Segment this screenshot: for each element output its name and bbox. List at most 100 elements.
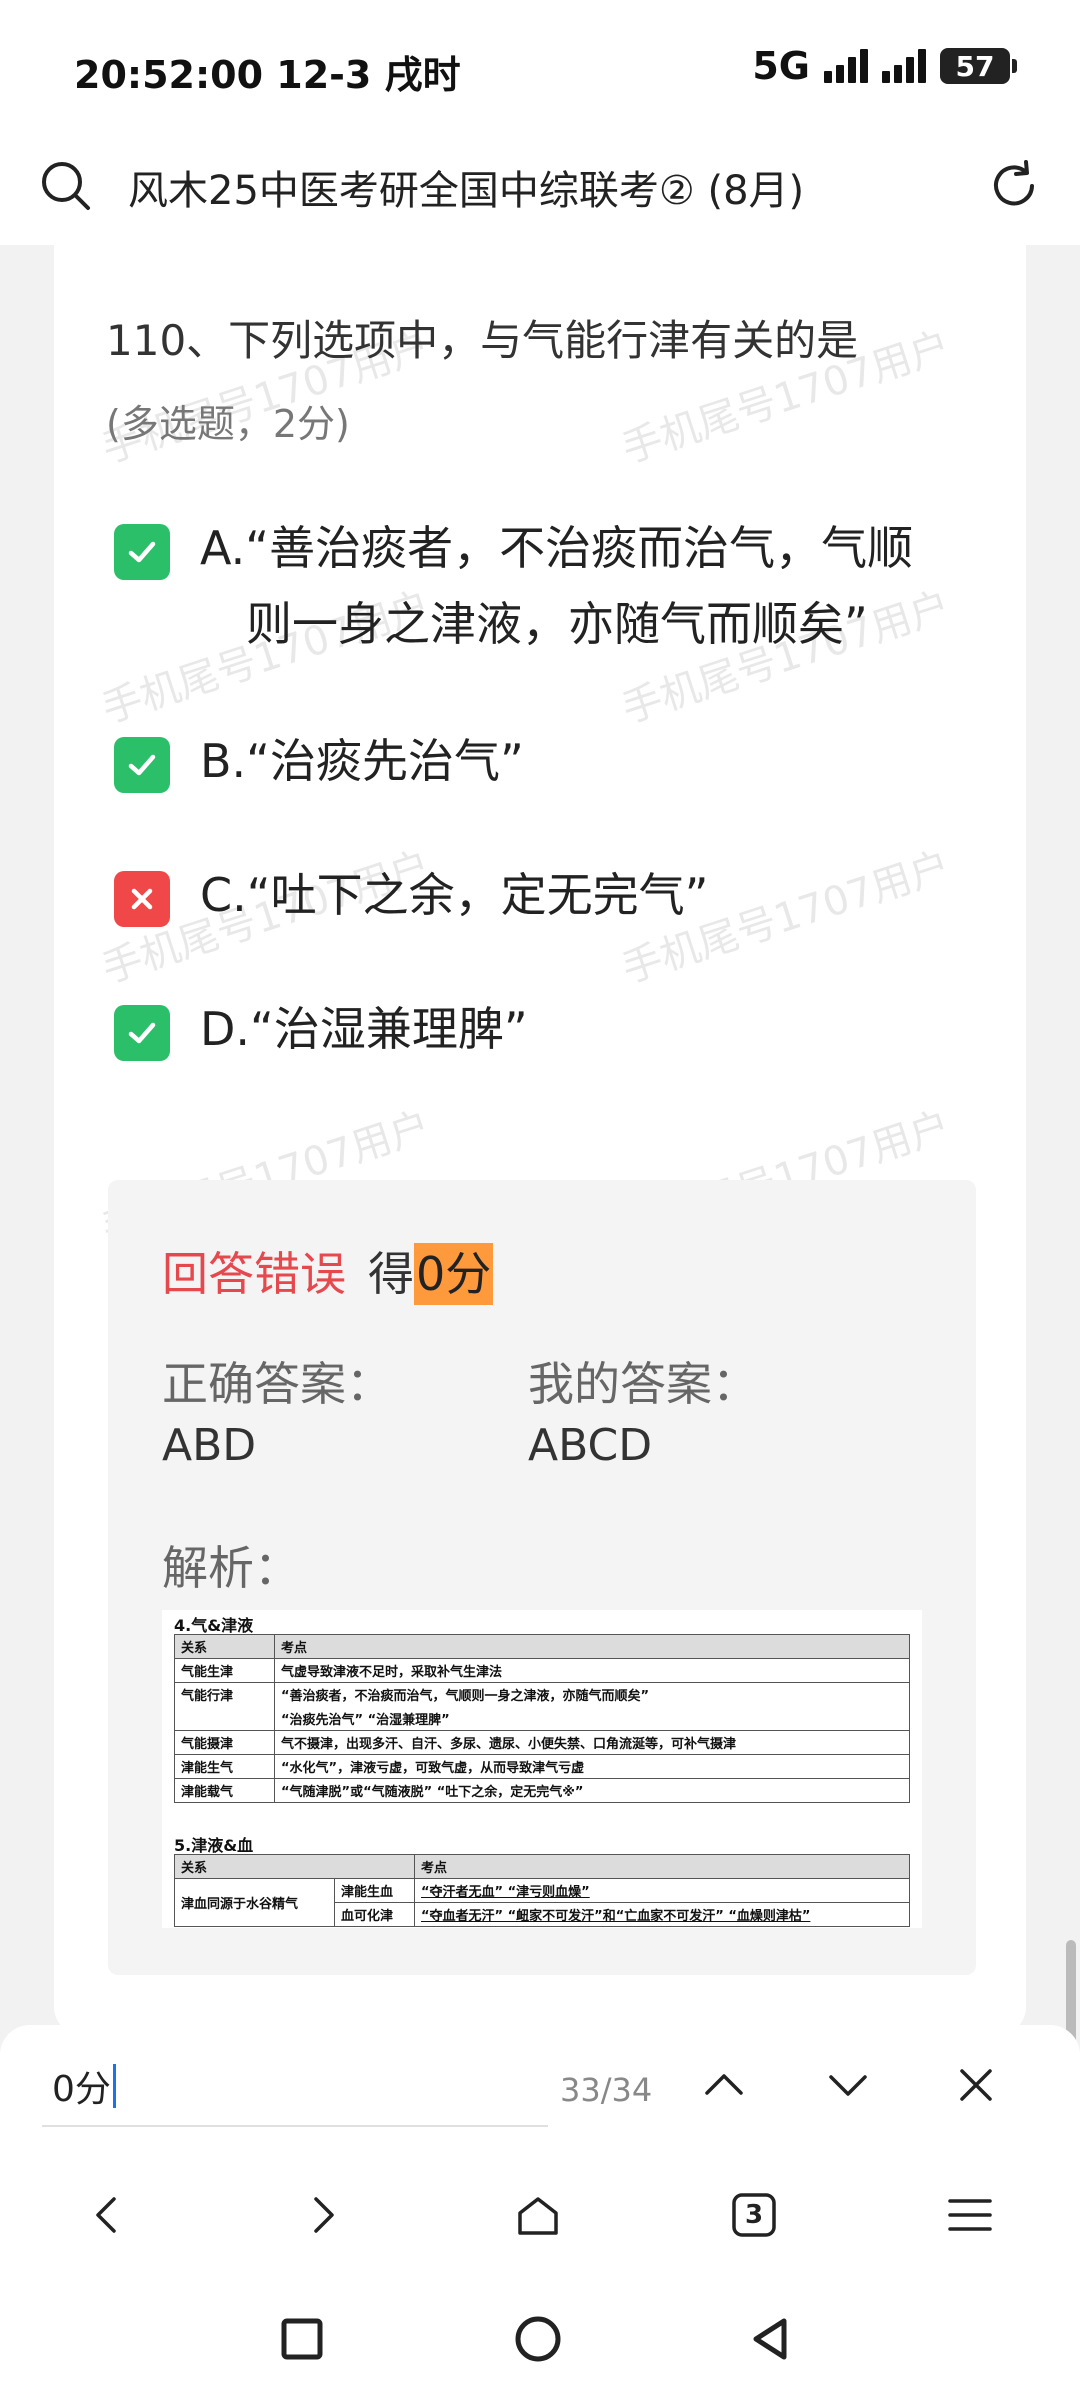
battery-icon: 57: [940, 48, 1017, 84]
status-time: 20:52:00 12-3 戌时: [74, 53, 461, 97]
table-cell: “水化气”，津液亏虚，可致气虚，从而导致津气亏虚: [274, 1754, 910, 1779]
top-bar: 风木25中医考研全国中综联考② (8月): [0, 130, 1080, 245]
triangle-back-icon: [753, 2318, 787, 2360]
checkbox-checked-icon[interactable]: [114, 1005, 170, 1061]
analysis-image[interactable]: 4.气&津液 关系 考点 气能生津 气虚导致津液不足时，采取补气生津法 气能行津 “…: [162, 1610, 922, 1928]
table-cell: “夺血者无汗” “衄家不可发汗”和“亡血家不可发汗” “血燥则津枯”: [414, 1902, 910, 1927]
chevron-right-icon: [314, 2197, 334, 2233]
signal-icon: [824, 49, 868, 83]
answer-result: 回答错误 得0分: [162, 1238, 494, 1305]
checkbox-checked-icon[interactable]: [114, 737, 170, 793]
option-b[interactable]: B.“治痰先治气”: [114, 723, 994, 799]
analysis-table-1: 关系 考点 气能生津 气虚导致津液不足时，采取补气生津法 气能行津 “善治痰者，不治…: [174, 1634, 910, 1803]
table-cell: 气虚导致津液不足时，采取补气生津法: [274, 1658, 910, 1683]
wrong-mark-icon[interactable]: [114, 871, 170, 927]
table-cell: 气能行津: [174, 1682, 275, 1707]
score: 得0分: [368, 1238, 494, 1305]
signal-icon-2: [882, 49, 926, 83]
chevron-down-icon: [829, 2075, 867, 2096]
home-icon: [518, 2197, 558, 2235]
option-d[interactable]: D.“治湿兼理脾”: [114, 991, 994, 1067]
tabs-button[interactable]: 3: [724, 2185, 784, 2245]
score-prefix: 得: [368, 1247, 414, 1301]
table-row: 气能生津 气虚导致津液不足时，采取补气生津法: [174, 1658, 910, 1683]
table-cell: 气不摄津，出现多汗、自汗、多尿、遗尿、小便失禁、口角流涎等，可补气摄津: [274, 1730, 910, 1755]
close-icon: [960, 2069, 992, 2101]
table-header: 关系: [174, 1634, 275, 1659]
table-cell: 津能生血: [334, 1878, 415, 1903]
menu-icon: [948, 2199, 992, 2231]
option-a-line1: A.“善治痰者，不治痰而治气，气顺: [200, 521, 914, 575]
question-card: 手机尾号1707用户 手机尾号1707用户 手机尾号1707用户 手机尾号170…: [54, 245, 1026, 2035]
table-cell: 血可化津: [334, 1902, 415, 1927]
find-next-button[interactable]: [818, 2055, 878, 2115]
answer-panel: 回答错误 得0分 正确答案： ABD 我的答案： ABCD 解析： 4.气&津液…: [108, 1180, 976, 1975]
analysis-section-title: 4.气&津液: [174, 1616, 254, 1635]
table-cell: 津血同源于水谷精气: [174, 1878, 335, 1927]
chevron-left-icon: [96, 2197, 116, 2233]
table-cell: “善治痰者，不治痰而治气，气顺则一身之津液，亦随气而顺矣”: [274, 1682, 910, 1707]
table-row: 津血同源于水谷精气 津能生血 “夺汗者无血” “津亏则血燥”: [174, 1878, 910, 1927]
chevron-up-icon: [705, 2074, 743, 2095]
find-in-page-bar: 0分 33/34: [0, 2025, 1080, 2145]
browser-toolbar: 3: [0, 2145, 1080, 2285]
table-header: 关系: [174, 1854, 415, 1879]
table-cell: 津能载气: [174, 1778, 275, 1803]
text-caret: [112, 2064, 116, 2108]
recents-button[interactable]: [270, 2307, 334, 2371]
refresh-icon[interactable]: [984, 156, 1044, 216]
circle-icon: [515, 2316, 561, 2362]
home-button[interactable]: [508, 2185, 568, 2245]
correct-answer-value: ABD: [162, 1420, 257, 1471]
find-match-count: 33/34: [560, 2071, 653, 2109]
table-header: 考点: [274, 1634, 910, 1659]
correct-answer-label: 正确答案：: [162, 1357, 392, 1411]
find-input[interactable]: 0分: [42, 2047, 548, 2127]
option-d-text: D.“治湿兼理脾”: [200, 1002, 528, 1056]
question-title: 110、下列选项中，与气能行津有关的是: [106, 316, 859, 365]
search-icon[interactable]: [36, 156, 96, 216]
option-b-text: B.“治痰先治气”: [200, 734, 524, 788]
find-close-button[interactable]: [946, 2055, 1006, 2115]
status-bar: 20:52:00 12-3 戌时 5G 57: [0, 0, 1080, 130]
table-cell: 气能生津: [174, 1658, 275, 1683]
analysis-section-title: 5.津液&血: [174, 1836, 254, 1855]
option-a[interactable]: A.“善治痰者，不治痰而治气，气顺 则一身之津液，亦随气而顺矣”: [114, 510, 994, 662]
page-title[interactable]: 风木25中医考研全国中综联考② (8月): [128, 158, 804, 216]
battery-level: 57: [955, 49, 995, 83]
forward-button[interactable]: [292, 2185, 352, 2245]
table-row: “治痰先治气” “治湿兼理脾”: [174, 1706, 910, 1731]
table-cell: 津能生气: [174, 1754, 275, 1779]
system-home-button[interactable]: [506, 2307, 570, 2371]
network-type: 5G: [752, 44, 810, 88]
tab-count: 3: [744, 2200, 764, 2230]
table-cell: 气能摄津: [174, 1730, 275, 1755]
option-c[interactable]: C.“吐下之余，定无完气”: [114, 857, 994, 933]
option-a-line2: 则一身之津液，亦随气而顺矣”: [246, 597, 868, 651]
question-type: (多选题，2分): [106, 402, 350, 446]
table-row: 气能摄津 气不摄津，出现多汗、自汗、多尿、遗尿、小便失禁、口角流涎等，可补气摄津: [174, 1730, 910, 1755]
checkbox-checked-icon[interactable]: [114, 524, 170, 580]
find-previous-button[interactable]: [694, 2055, 754, 2115]
table-header: 考点: [414, 1854, 910, 1879]
analysis-table-2: 关系 考点 津血同源于水谷精气 津能生血 “夺汗者无血” “津亏则血燥” 血可化…: [174, 1854, 910, 1927]
table-cell: “夺汗者无血” “津亏则血燥”: [414, 1878, 910, 1903]
table-cell: [174, 1706, 275, 1731]
table-cell: “气随津脱”或“气随液脱” “吐下之余，定无完气※”: [274, 1778, 910, 1803]
system-back-button[interactable]: [738, 2307, 802, 2371]
table-cell: “治痰先治气” “治湿兼理脾”: [274, 1706, 910, 1731]
system-navigation-bar: [0, 2285, 1080, 2400]
back-button[interactable]: [78, 2185, 138, 2245]
table-row: 津能生气 “水化气”，津液亏虚，可致气虚，从而导致津气亏虚: [174, 1754, 910, 1779]
square-icon: [281, 2318, 323, 2360]
analysis-label: 解析：: [162, 1541, 300, 1595]
result-label: 回答错误: [162, 1247, 346, 1301]
find-query: 0分: [52, 2069, 111, 2110]
score-value: 0分: [414, 1243, 494, 1305]
table-row: 津能载气 “气随津脱”或“气随液脱” “吐下之余，定无完气※”: [174, 1778, 910, 1803]
menu-button[interactable]: [940, 2185, 1000, 2245]
my-answer-label: 我的答案：: [528, 1357, 758, 1411]
table-row: 气能行津 “善治痰者，不治痰而治气，气顺则一身之津液，亦随气而顺矣”: [174, 1682, 910, 1707]
option-c-text: C.“吐下之余，定无完气”: [200, 868, 709, 922]
option-a-text: A.“善治痰者，不治痰而治气，气顺 则一身之津液，亦随气而顺矣”: [200, 510, 913, 662]
